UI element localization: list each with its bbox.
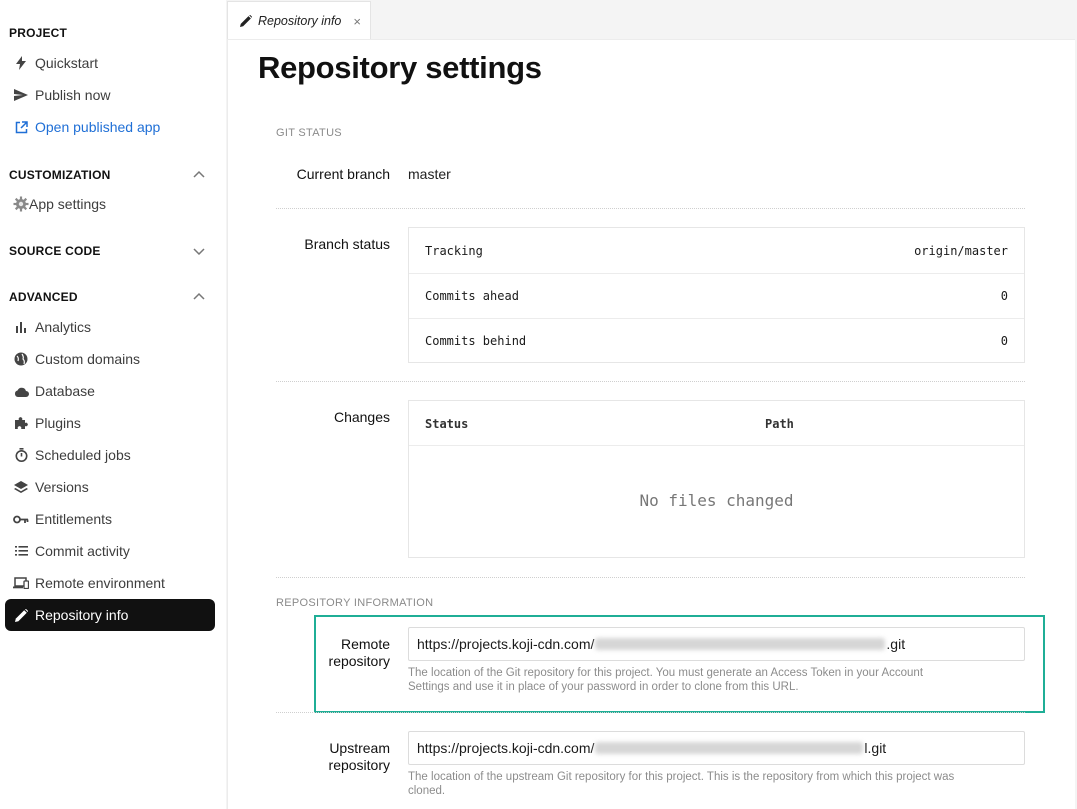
changes-table: Status Path No files changed	[408, 400, 1025, 558]
table-cell-value: 0	[1000, 289, 1008, 303]
sidebar-item-label: Commit activity	[35, 543, 130, 559]
bar-chart-icon	[13, 319, 29, 335]
url-prefix: https://projects.koji-cdn.com/	[417, 740, 595, 756]
pencil-icon	[240, 14, 252, 27]
section-heading-project: PROJECT	[9, 26, 68, 40]
pencil-icon	[13, 607, 29, 623]
sidebar-item-label: Scheduled jobs	[35, 447, 131, 463]
redacted-repo-id	[595, 742, 864, 754]
column-header-status: Status	[425, 417, 469, 431]
chevron-up-icon[interactable]	[192, 290, 206, 304]
timer-icon	[13, 447, 29, 463]
table-cell-value: 0	[1000, 334, 1008, 348]
divider	[276, 381, 1025, 382]
sidebar-item-label: Versions	[35, 479, 89, 495]
tab-repository-info[interactable]: Repository info ×	[227, 1, 371, 39]
sidebar-item-plugins[interactable]: Plugins	[5, 407, 215, 439]
sidebar-item-quickstart[interactable]: Quickstart	[5, 47, 215, 79]
changes-label: Changes	[333, 409, 390, 425]
sidebar-item-label: Analytics	[35, 319, 92, 335]
highlight-box	[314, 615, 1045, 713]
sidebar-item-entitlements[interactable]: Entitlements	[5, 503, 215, 535]
label-line: repository	[328, 757, 390, 773]
bolt-icon	[13, 55, 29, 71]
table-row: Tracking origin/master	[409, 228, 1024, 273]
sidebar-item-repository-info[interactable]: Repository info	[5, 599, 215, 631]
cloud-icon	[13, 383, 29, 399]
puzzle-icon	[13, 415, 29, 431]
table-cell-value: origin/master	[914, 243, 1008, 258]
list-icon	[13, 543, 29, 559]
upstream-repository-help: The location of the upstream Git reposit…	[408, 770, 1028, 798]
close-icon[interactable]: ×	[353, 14, 361, 29]
sidebar-item-remote-environment[interactable]: Remote environment	[5, 567, 215, 599]
section-heading-git-status: GIT STATUS	[276, 127, 342, 139]
branch-status-table: Tracking origin/master Commits ahead 0 C…	[408, 227, 1025, 363]
column-header-path: Path	[765, 417, 794, 431]
empty-state-text: No files changed	[639, 491, 794, 510]
section-heading-advanced: ADVANCED	[9, 290, 78, 304]
sidebar-item-label: Repository info	[35, 607, 129, 623]
sidebar-item-label: Publish now	[35, 87, 111, 103]
tab-label: Repository info	[258, 13, 342, 28]
globe-icon	[13, 351, 29, 367]
external-link-icon	[13, 119, 29, 135]
section-heading-repository-information: REPOSITORY INFORMATION	[276, 597, 434, 609]
sidebar-item-label: Custom domains	[35, 351, 141, 367]
sidebar-item-label: Remote environment	[35, 575, 165, 591]
chevron-up-icon[interactable]	[192, 168, 206, 182]
help-line: cloned.	[408, 785, 446, 797]
sidebar-item-label: Quickstart	[35, 55, 99, 71]
sidebar-item-app-settings[interactable]: App settings	[5, 188, 215, 220]
laptop-icon	[13, 575, 29, 591]
table-cell-key: Commits behind	[425, 334, 527, 348]
send-icon	[13, 87, 29, 103]
sidebar-item-label: App settings	[29, 196, 107, 212]
url-suffix: l.git	[864, 740, 887, 756]
current-branch-value: master	[408, 166, 451, 182]
sidebar-item-commit-activity[interactable]: Commit activity	[5, 535, 215, 567]
layers-icon	[13, 479, 29, 495]
sidebar-item-label: Plugins	[35, 415, 81, 431]
divider	[276, 712, 1025, 713]
sidebar: PROJECT Quickstart Publish now Open publ…	[0, 0, 226, 809]
sidebar-item-label: Entitlements	[35, 511, 113, 527]
label-line: Upstream	[329, 740, 390, 756]
sidebar-item-scheduled-jobs[interactable]: Scheduled jobs	[5, 439, 215, 471]
table-row: Commits behind 0	[409, 318, 1024, 363]
chevron-down-icon[interactable]	[192, 244, 206, 258]
sidebar-item-label: Database	[35, 383, 95, 399]
divider	[276, 577, 1025, 578]
sidebar-item-open-published-app[interactable]: Open published app	[5, 111, 215, 143]
section-heading-source-code: SOURCE CODE	[9, 244, 101, 258]
sidebar-item-label: Open published app	[35, 119, 161, 135]
help-line: The location of the upstream Git reposit…	[408, 771, 955, 783]
branch-status-label: Branch status	[304, 236, 390, 252]
sidebar-item-analytics[interactable]: Analytics	[5, 311, 215, 343]
table-cell-key: Tracking	[425, 243, 483, 258]
divider	[276, 208, 1025, 209]
gear-icon	[13, 196, 29, 212]
current-branch-label: Current branch	[296, 166, 390, 182]
table-header: Status Path	[409, 401, 1024, 446]
key-icon	[13, 511, 29, 527]
section-heading-customization: CUSTOMIZATION	[9, 168, 111, 182]
sidebar-item-custom-domains[interactable]: Custom domains	[5, 343, 215, 375]
upstream-repository-url-field[interactable]: https://projects.koji-cdn.com/ l.git	[408, 731, 1025, 765]
sidebar-item-publish-now[interactable]: Publish now	[5, 79, 215, 111]
upstream-repository-label: Upstream repository	[290, 740, 390, 774]
page-title: Repository settings	[258, 50, 542, 85]
sidebar-item-database[interactable]: Database	[5, 375, 215, 407]
sidebar-item-versions[interactable]: Versions	[5, 471, 215, 503]
table-cell-key: Commits ahead	[425, 289, 519, 303]
table-row: Commits ahead 0	[409, 273, 1024, 318]
